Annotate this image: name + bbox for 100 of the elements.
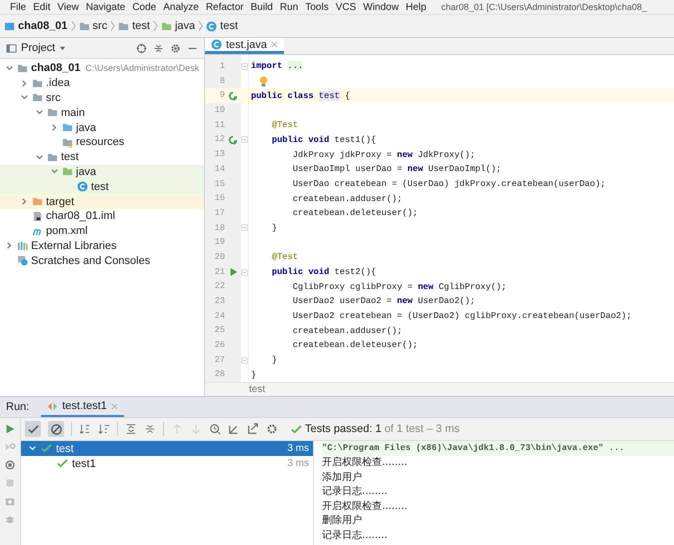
- test-duration: 3 ms: [287, 458, 309, 469]
- line-number: 27: [214, 354, 225, 367]
- menu-item[interactable]: Refactor: [206, 2, 244, 12]
- settings-icon[interactable]: [266, 423, 278, 435]
- class-icon: [206, 20, 218, 32]
- run-icon[interactable]: [228, 90, 238, 101]
- folder-icon: [78, 20, 90, 32]
- breadcrumb-item[interactable]: test: [249, 384, 266, 396]
- class-icon: [211, 39, 222, 50]
- folder-icon: [118, 20, 130, 32]
- close-icon[interactable]: [270, 41, 278, 48]
- folder-icon: [47, 107, 58, 118]
- test-status-detail: of 1 test – 3 ms: [384, 423, 460, 435]
- menu-item[interactable]: Help: [406, 2, 426, 12]
- folder-icon: [32, 196, 43, 208]
- code-line: createbean.adduser();: [292, 194, 402, 204]
- line-number: 13: [214, 148, 225, 162]
- folder-icon: [62, 166, 73, 178]
- line-number: 21: [214, 266, 225, 279]
- sort-alphabetically-icon[interactable]: [79, 423, 91, 435]
- chevron-icon[interactable]: [4, 241, 14, 250]
- chevron-icon: [198, 20, 204, 32]
- import-icon[interactable]: [228, 423, 240, 435]
- code-line: }: [270, 355, 278, 366]
- line-number: 26: [214, 339, 225, 352]
- chevron-icon[interactable]: [4, 64, 14, 73]
- tree-item[interactable]: .idea: [46, 77, 70, 90]
- breadcrumb-item[interactable]: test: [118, 20, 150, 32]
- show-passed-toggle[interactable]: [25, 421, 41, 437]
- locate-icon[interactable]: [136, 42, 147, 54]
- folder-icon: [32, 78, 43, 89]
- menu-item[interactable]: Tools: [305, 2, 329, 12]
- tree-item[interactable]: pom.xml: [46, 225, 88, 238]
- code-line: import ...: [251, 61, 304, 72]
- tree-item[interactable]: main: [61, 106, 85, 119]
- chevron-icon[interactable]: [28, 444, 36, 453]
- expand-all-icon[interactable]: [125, 423, 137, 435]
- history-icon[interactable]: [209, 423, 221, 435]
- panel-title[interactable]: Project: [6, 42, 66, 54]
- tree-item[interactable]: java: [76, 122, 96, 134]
- lightbulb-icon[interactable]: [259, 76, 268, 87]
- breadcrumb-item[interactable]: java: [160, 20, 196, 32]
- tree-item[interactable]: test: [61, 151, 79, 164]
- test-tree-row[interactable]: test1 3 ms: [21, 456, 313, 471]
- libraries-icon: [17, 240, 28, 252]
- resources-folder-icon: [62, 136, 73, 148]
- collapse-icon[interactable]: [153, 42, 164, 54]
- sort-by-duration-icon[interactable]: [98, 423, 110, 435]
- line-number: 14: [214, 162, 225, 176]
- menu-item[interactable]: Edit: [33, 2, 50, 12]
- editor-tab[interactable]: test.java: [205, 38, 284, 54]
- chevron-icon: [152, 20, 158, 32]
- menu-item[interactable]: File: [10, 2, 26, 12]
- run-icon[interactable]: [4, 423, 16, 435]
- test-tree-row[interactable]: test 3 ms: [21, 441, 313, 456]
- menu-item[interactable]: Navigate: [86, 2, 126, 12]
- chevron-icon[interactable]: [20, 78, 28, 88]
- chevron-icon: [110, 20, 116, 32]
- dropdown-icon: [59, 44, 66, 52]
- menu-item[interactable]: Window: [363, 2, 399, 12]
- export-icon[interactable]: [247, 423, 259, 435]
- menu-item[interactable]: Build: [250, 2, 273, 12]
- chevron-icon[interactable]: [34, 152, 44, 162]
- tree-item[interactable]: resources: [76, 136, 124, 148]
- menu-item[interactable]: Code: [132, 2, 156, 12]
- tree-item[interactable]: cha08_01: [31, 62, 81, 74]
- tree-item[interactable]: java: [76, 166, 96, 178]
- breadcrumb-item[interactable]: src: [78, 20, 108, 32]
- tree-item[interactable]: Scratches and Consoles: [31, 254, 150, 267]
- chevron-icon[interactable]: [50, 123, 58, 132]
- toggle-auto-test-icon[interactable]: [4, 459, 16, 471]
- menu-item[interactable]: Analyze: [163, 2, 199, 12]
- menu-item[interactable]: View: [57, 2, 79, 12]
- tree-item[interactable]: src: [46, 92, 61, 104]
- line-number: 11: [214, 118, 225, 132]
- settings-icon[interactable]: [170, 42, 181, 54]
- code-line: CglibProxy cglibProxy = new CglibProxy();: [292, 282, 506, 292]
- run-icon[interactable]: [228, 134, 238, 145]
- breadcrumb-item[interactable]: test: [206, 20, 238, 32]
- show-ignored-toggle[interactable]: [48, 421, 64, 437]
- panel-icon: [6, 42, 17, 54]
- line-number: 16: [214, 192, 225, 206]
- menu-item[interactable]: VCS: [336, 2, 356, 12]
- tree-item[interactable]: char08_01.iml: [46, 210, 116, 222]
- line-number: 28: [214, 368, 225, 382]
- collapse-all-icon[interactable]: [144, 423, 156, 435]
- line-number: 18: [214, 222, 225, 235]
- tree-item[interactable]: External Libraries: [31, 240, 117, 252]
- chevron-icon[interactable]: [20, 197, 28, 206]
- check-icon: [291, 424, 302, 434]
- window-title: char08_01 [C:\Users\Administrator\Desktop\cha08_: [441, 2, 647, 12]
- code-line: createbean.deleteuser();: [292, 340, 418, 350]
- tree-item[interactable]: target: [46, 196, 74, 208]
- code-line: UserDao createbean = (UserDao) jdkProxy.createbean(userDao);: [292, 178, 606, 189]
- line-number: 24: [214, 310, 225, 323]
- tree-item[interactable]: test: [91, 180, 109, 193]
- code-line: }: [270, 222, 278, 233]
- breadcrumb-item[interactable]: cha08_01: [4, 20, 68, 32]
- run-icon[interactable]: [228, 267, 238, 278]
- menu-item[interactable]: Run: [280, 2, 298, 12]
